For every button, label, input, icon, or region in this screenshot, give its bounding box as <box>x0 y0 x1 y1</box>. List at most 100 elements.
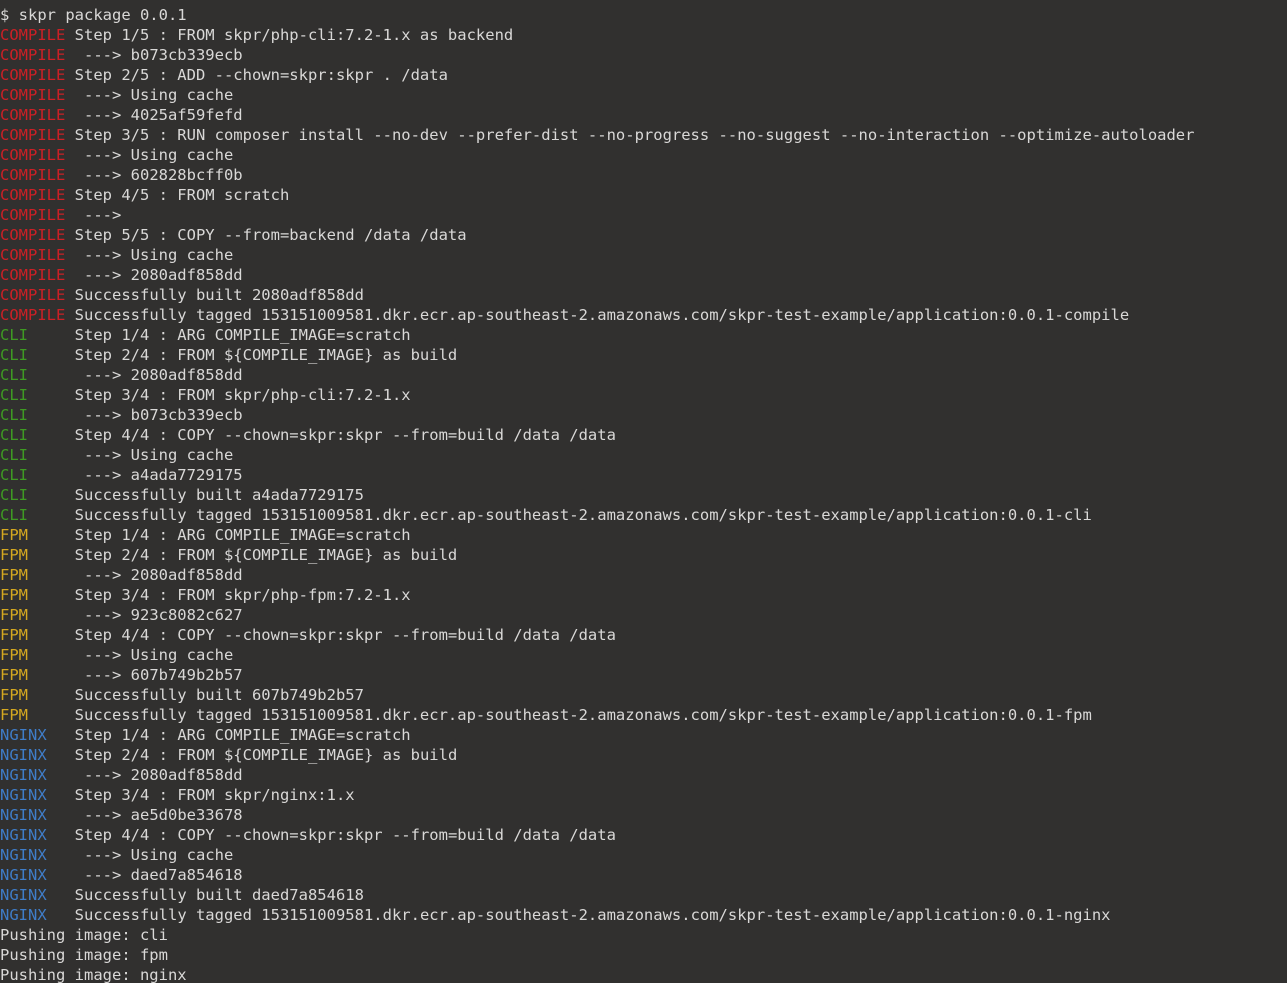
terminal-line-text: Pushing image: fpm <box>0 946 168 964</box>
terminal-line: CLI ---> 2080adf858dd <box>0 365 1287 385</box>
terminal-line: NGINX Step 1/4 : ARG COMPILE_IMAGE=scrat… <box>0 725 1287 745</box>
terminal-line-tag: COMPILE <box>0 286 66 304</box>
terminal-line: COMPILE ---> Using cache <box>0 145 1287 165</box>
terminal-window[interactable]: . $ skpr package 0.0.1COMPILE Step 1/5 :… <box>0 0 1287 983</box>
terminal-line-text: ---> Using cache <box>65 146 234 164</box>
terminal-line-text: Pushing image: cli <box>0 926 168 944</box>
terminal-line-tag: NGINX <box>0 786 47 804</box>
terminal-line-tag: COMPILE <box>0 306 66 324</box>
terminal-line-text: ---> Using cache <box>46 846 234 864</box>
terminal-line-text: ---> b073cb339ecb <box>28 406 243 424</box>
terminal-line-text: Successfully tagged 153151009581.dkr.ecr… <box>28 706 1092 724</box>
terminal-line: Pushing image: cli <box>0 925 1287 945</box>
terminal-line-text: Successfully built a4ada7729175 <box>28 486 364 504</box>
terminal-line-tag: CLI <box>0 406 28 424</box>
terminal-line-text: ---> 2080adf858dd <box>65 266 243 284</box>
terminal-line-text: Successfully built 2080adf858dd <box>65 286 364 304</box>
terminal-line-text: Step 5/5 : COPY --from=backend /data /da… <box>65 226 467 244</box>
terminal-line-text: Successfully built 607b749b2b57 <box>28 686 364 704</box>
terminal-line-tag: COMPILE <box>0 26 66 44</box>
terminal-line: $ skpr package 0.0.1 <box>0 5 1287 25</box>
terminal-line-text: Successfully tagged 153151009581.dkr.ecr… <box>28 506 1092 524</box>
terminal-line: NGINX Step 2/4 : FROM ${COMPILE_IMAGE} a… <box>0 745 1287 765</box>
terminal-line-text: Step 3/4 : FROM skpr/php-fpm:7.2-1.x <box>28 586 411 604</box>
terminal-line: FPM Step 3/4 : FROM skpr/php-fpm:7.2-1.x <box>0 585 1287 605</box>
terminal-line-text: ---> 607b749b2b57 <box>28 666 243 684</box>
terminal-line: FPM ---> 923c8082c627 <box>0 605 1287 625</box>
terminal-output[interactable]: $ skpr package 0.0.1 COMPILE Step 1/5 : F… <box>0 5 1287 983</box>
terminal-line-tag: NGINX <box>0 726 47 744</box>
terminal-line: COMPILE Step 1/5 : FROM skpr/php-cli:7.2… <box>0 25 1287 45</box>
terminal-line: CLI ---> a4ada7729175 <box>0 465 1287 485</box>
terminal-line-tag: COMPILE <box>0 106 66 124</box>
terminal-line: CLI Successfully tagged 153151009581.dkr… <box>0 505 1287 525</box>
terminal-line: FPM Step 2/4 : FROM ${COMPILE_IMAGE} as … <box>0 545 1287 565</box>
terminal-line-tag: COMPILE <box>0 66 66 84</box>
terminal-line: FPM ---> 2080adf858dd <box>0 565 1287 585</box>
terminal-line: FPM Step 4/4 : COPY --chown=skpr:skpr --… <box>0 625 1287 645</box>
terminal-line-text: Successfully tagged 153151009581.dkr.ecr… <box>46 906 1111 924</box>
terminal-line: COMPILE ---> <box>0 205 1287 225</box>
terminal-line-text: ---> 2080adf858dd <box>28 366 243 384</box>
terminal-line-text: ---> Using cache <box>28 646 234 664</box>
terminal-line-text: ---> <box>65 206 131 224</box>
terminal-line-tag: COMPILE <box>0 46 66 64</box>
terminal-line-text: $ skpr package 0.0.1 <box>0 6 187 24</box>
terminal-line: NGINX Step 3/4 : FROM skpr/nginx:1.x <box>0 785 1287 805</box>
terminal-line-tag: FPM <box>0 626 28 644</box>
terminal-line-tag: FPM <box>0 546 28 564</box>
terminal-line-text: Step 2/4 : FROM ${COMPILE_IMAGE} as buil… <box>28 546 458 564</box>
terminal-line: COMPILE ---> 2080adf858dd <box>0 265 1287 285</box>
terminal-line-text: Step 3/4 : FROM skpr/php-cli:7.2-1.x <box>28 386 411 404</box>
terminal-line-text: Step 1/4 : ARG COMPILE_IMAGE=scratch <box>28 526 411 544</box>
terminal-line: COMPILE ---> 602828bcff0b <box>0 165 1287 185</box>
terminal-line: FPM Successfully built 607b749b2b57 <box>0 685 1287 705</box>
terminal-line-text: Successfully built daed7a854618 <box>46 886 364 904</box>
terminal-line-tag: NGINX <box>0 766 47 784</box>
terminal-line-tag: COMPILE <box>0 86 66 104</box>
terminal-line-tag: CLI <box>0 366 28 384</box>
terminal-line-tag: CLI <box>0 386 28 404</box>
terminal-line: CLI Step 3/4 : FROM skpr/php-cli:7.2-1.x <box>0 385 1287 405</box>
terminal-line-tag: COMPILE <box>0 226 66 244</box>
terminal-line-text: Step 1/4 : ARG COMPILE_IMAGE=scratch <box>46 726 411 744</box>
terminal-line: NGINX Successfully tagged 153151009581.d… <box>0 905 1287 925</box>
terminal-line-tag: CLI <box>0 326 28 344</box>
terminal-line-text: Pushing image: nginx <box>0 966 187 983</box>
terminal-line: CLI Step 4/4 : COPY --chown=skpr:skpr --… <box>0 425 1287 445</box>
terminal-line-tag: NGINX <box>0 886 47 904</box>
terminal-line-text: Successfully tagged 153151009581.dkr.ecr… <box>65 306 1130 324</box>
terminal-line-tag: CLI <box>0 426 28 444</box>
terminal-line: Pushing image: nginx <box>0 965 1287 983</box>
terminal-line-text: ---> b073cb339ecb <box>65 46 243 64</box>
terminal-line-tag: FPM <box>0 646 28 664</box>
terminal-line-tag: FPM <box>0 526 28 544</box>
terminal-line-text: Step 1/5 : FROM skpr/php-cli:7.2-1.x as … <box>65 26 514 44</box>
terminal-line-tag: CLI <box>0 506 28 524</box>
terminal-line: COMPILE Step 4/5 : FROM scratch <box>0 185 1287 205</box>
terminal-line: Pushing image: fpm <box>0 945 1287 965</box>
terminal-line-text: ---> daed7a854618 <box>46 866 243 884</box>
terminal-line-text: ---> 602828bcff0b <box>65 166 243 184</box>
terminal-line: COMPILE ---> Using cache <box>0 245 1287 265</box>
terminal-line-tag: CLI <box>0 486 28 504</box>
terminal-line-tag: COMPILE <box>0 126 66 144</box>
terminal-line-text: Step 1/4 : ARG COMPILE_IMAGE=scratch <box>28 326 411 344</box>
terminal-line-text: Step 2/5 : ADD --chown=skpr:skpr . /data <box>65 66 448 84</box>
terminal-line: CLI ---> Using cache <box>0 445 1287 465</box>
terminal-line-tag: NGINX <box>0 906 47 924</box>
terminal-line: NGINX Step 4/4 : COPY --chown=skpr:skpr … <box>0 825 1287 845</box>
terminal-line: CLI Step 2/4 : FROM ${COMPILE_IMAGE} as … <box>0 345 1287 365</box>
terminal-line-tag: CLI <box>0 346 28 364</box>
terminal-line-tag: FPM <box>0 586 28 604</box>
terminal-line-tag: NGINX <box>0 866 47 884</box>
terminal-line-text: ---> 923c8082c627 <box>28 606 243 624</box>
terminal-line: FPM Successfully tagged 153151009581.dkr… <box>0 705 1287 725</box>
terminal-line-tag: NGINX <box>0 746 47 764</box>
terminal-line-tag: COMPILE <box>0 246 66 264</box>
terminal-line: CLI Successfully built a4ada7729175 <box>0 485 1287 505</box>
terminal-line-text: ---> Using cache <box>65 86 234 104</box>
terminal-line-text: ---> Using cache <box>65 246 234 264</box>
terminal-line-text: Step 3/5 : RUN composer install --no-dev… <box>65 126 1195 144</box>
terminal-line-text: ---> 2080adf858dd <box>28 566 243 584</box>
